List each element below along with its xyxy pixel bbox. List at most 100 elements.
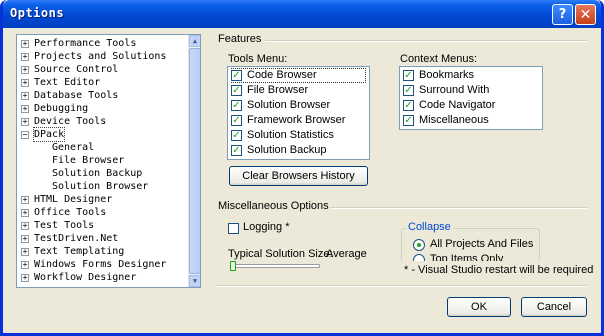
- expand-icon[interactable]: +: [21, 222, 29, 230]
- scroll-down-arrow-icon[interactable]: ▼: [189, 275, 200, 287]
- tree-item[interactable]: Solution Backup: [17, 167, 187, 180]
- clear-browsers-history-button[interactable]: Clear Browsers History: [229, 166, 368, 186]
- checkbox-checked-icon[interactable]: ✓: [231, 70, 242, 81]
- expand-icon[interactable]: +: [21, 79, 29, 87]
- bottom-divider: [216, 285, 587, 287]
- window-title: Options: [10, 6, 65, 20]
- close-button[interactable]: ✕: [575, 4, 596, 25]
- tree-item-label: Windows Forms Designer: [34, 259, 167, 270]
- radio-top-items[interactable]: [413, 254, 425, 261]
- context-menus-item[interactable]: ✓ Code Navigator: [403, 98, 539, 113]
- expand-icon[interactable]: +: [21, 105, 29, 113]
- tools-menu-item[interactable]: ✓ Solution Backup: [231, 143, 366, 158]
- tools-menu-list[interactable]: ✓ Code Browser ✓ File Browser ✓ Solution Brow…: [227, 66, 370, 160]
- checkbox-label: File Browser: [247, 84, 309, 96]
- expand-icon[interactable]: +: [21, 92, 29, 100]
- checkbox-checked-icon[interactable]: ✓: [403, 85, 414, 96]
- tree-item-label: Device Tools: [34, 116, 107, 127]
- tools-menu-label: Tools Menu:: [228, 53, 288, 65]
- tree-item[interactable]: + Text Templating: [17, 245, 187, 258]
- context-menus-item[interactable]: ✓ Surround With: [403, 83, 539, 98]
- tree-item-label: File Browser: [52, 155, 125, 166]
- logging-checkbox[interactable]: [228, 223, 239, 234]
- misc-heading: Miscellaneous Options: [218, 200, 329, 212]
- tree-item[interactable]: + Windows Forms Designer: [17, 258, 187, 271]
- checkbox-checked-icon[interactable]: ✓: [231, 130, 242, 141]
- ok-button[interactable]: OK: [447, 297, 511, 317]
- context-menus-item[interactable]: ✓ Miscellaneous: [403, 113, 539, 128]
- checkbox-label: Miscellaneous: [419, 114, 489, 126]
- checkbox-label: Solution Statistics: [247, 129, 334, 141]
- tree-item[interactable]: + HTML Designer: [17, 193, 187, 206]
- tree-item[interactable]: + Database Tools: [17, 89, 187, 102]
- tree-item[interactable]: + Debugging: [17, 102, 187, 115]
- misc-divider: [331, 207, 587, 209]
- checkbox-checked-icon[interactable]: ✓: [403, 100, 414, 111]
- expand-icon[interactable]: +: [21, 40, 29, 48]
- tree-item-label: General: [52, 142, 95, 153]
- tree-item[interactable]: Solution Browser: [17, 180, 187, 193]
- tree-item-label: Solution Browser: [52, 181, 149, 192]
- cancel-button[interactable]: Cancel: [521, 297, 587, 317]
- context-menus-list[interactable]: ✓ Bookmarks ✓ Surround With ✓ Code Navigator ✓…: [399, 66, 543, 130]
- tree-item-label: Debugging: [34, 103, 89, 114]
- options-tree[interactable]: ▲ ▼ + Performance Tools + Projects and Solu…: [16, 34, 201, 288]
- tree-item[interactable]: + Text Editor: [17, 76, 187, 89]
- close-icon: ✕: [579, 6, 592, 23]
- tree-item[interactable]: + Projects and Solutions: [17, 50, 187, 63]
- tree-item[interactable]: File Browser: [17, 154, 187, 167]
- expand-icon[interactable]: +: [21, 274, 29, 282]
- solution-size-value: Average: [326, 248, 367, 260]
- scroll-up-arrow-icon[interactable]: ▲: [189, 35, 200, 47]
- expand-icon[interactable]: +: [21, 66, 29, 74]
- collapse-option-top-label: Top Items Only: [430, 253, 504, 261]
- tree-item-label: Database Tools: [34, 90, 119, 101]
- tree-scrollbar[interactable]: ▲ ▼: [188, 35, 200, 287]
- tools-menu-item[interactable]: ✓ Code Browser: [231, 68, 366, 83]
- tools-menu-item[interactable]: ✓ Framework Browser: [231, 113, 366, 128]
- tree-item-label: Text Editor: [34, 77, 101, 88]
- radio-all-projects[interactable]: [413, 239, 425, 251]
- tools-menu-item[interactable]: ✓ Solution Browser: [231, 98, 366, 113]
- help-button[interactable]: ?: [552, 4, 573, 25]
- expand-icon[interactable]: +: [21, 118, 29, 126]
- scroll-thumb[interactable]: [189, 48, 200, 274]
- logging-checkbox-row[interactable]: Logging *: [228, 221, 308, 236]
- tree-item[interactable]: − DPack: [17, 127, 187, 142]
- checkbox-checked-icon[interactable]: ✓: [231, 145, 242, 156]
- checkbox-checked-icon[interactable]: ✓: [231, 115, 242, 126]
- tree-item[interactable]: + Office Tools: [17, 206, 187, 219]
- checkbox-checked-icon[interactable]: ✓: [231, 85, 242, 96]
- tree-item[interactable]: + TestDriven.Net: [17, 232, 187, 245]
- tree-item[interactable]: + Device Tools: [17, 115, 187, 128]
- collapse-option-top[interactable]: Top Items Only: [413, 253, 538, 261]
- radio-selected-dot: [417, 243, 421, 247]
- context-menus-item[interactable]: ✓ Bookmarks: [403, 68, 539, 83]
- collapse-icon[interactable]: −: [21, 131, 29, 139]
- solution-size-slider-thumb[interactable]: [230, 261, 236, 271]
- solution-size-slider-track[interactable]: [232, 264, 320, 268]
- tree-item-label: Test Tools: [34, 220, 95, 231]
- checkbox-label: Code Browser: [247, 69, 317, 81]
- expand-icon[interactable]: +: [21, 209, 29, 217]
- tree-item[interactable]: + Source Control: [17, 63, 187, 76]
- options-dialog: Options ? ✕ ▲ ▼ + Performance Tools + Proje…: [0, 0, 604, 336]
- tree-item[interactable]: General: [17, 141, 187, 154]
- checkbox-checked-icon[interactable]: ✓: [403, 70, 414, 81]
- tree-item-label: Source Control: [34, 64, 119, 75]
- tools-menu-item[interactable]: ✓ Solution Statistics: [231, 128, 366, 143]
- expand-icon[interactable]: +: [21, 248, 29, 256]
- tree-item[interactable]: + Workflow Designer: [17, 271, 187, 284]
- expand-icon[interactable]: +: [21, 196, 29, 204]
- collapse-option-all[interactable]: All Projects And Files: [413, 238, 538, 252]
- tree-item[interactable]: + Performance Tools: [17, 37, 187, 50]
- tools-menu-item[interactable]: ✓ File Browser: [231, 83, 366, 98]
- expand-icon[interactable]: +: [21, 53, 29, 61]
- tree-item[interactable]: + Test Tools: [17, 219, 187, 232]
- title-bar[interactable]: Options ? ✕: [3, 0, 601, 28]
- checkbox-checked-icon[interactable]: ✓: [403, 115, 414, 126]
- expand-icon[interactable]: +: [21, 235, 29, 243]
- checkbox-checked-icon[interactable]: ✓: [231, 100, 242, 111]
- checkbox-label: Solution Browser: [247, 99, 331, 111]
- expand-icon[interactable]: +: [21, 261, 29, 269]
